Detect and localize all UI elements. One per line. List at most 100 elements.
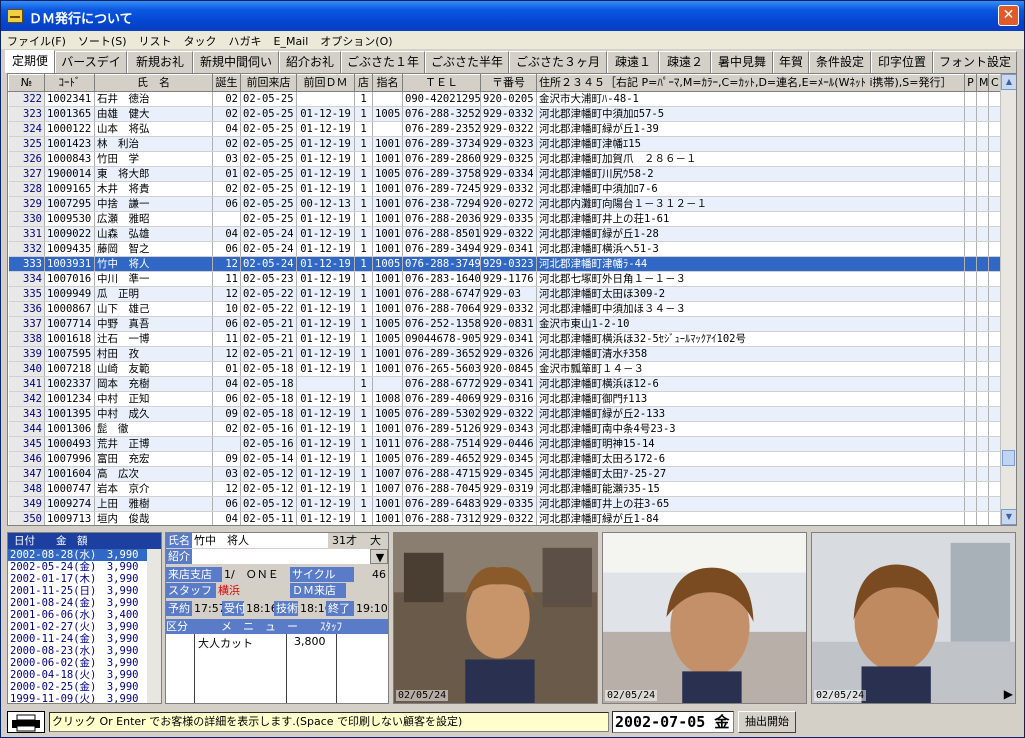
cell-flag[interactable]	[964, 451, 977, 467]
history-row[interactable]: 2001-11-25(日) 3,990	[8, 585, 161, 597]
tab-distant-1[interactable]: 疎遠１	[607, 51, 659, 73]
cell-flag[interactable]	[976, 331, 989, 347]
cell-flag[interactable]	[976, 511, 989, 525]
table-row[interactable]: 348 1000747 岩本 京介 12 02-05-12 01-12-19 1 1007 07…	[8, 481, 1016, 497]
cell-flag[interactable]	[964, 346, 977, 362]
cell-flag[interactable]	[964, 166, 977, 182]
cell-flag[interactable]	[976, 211, 989, 227]
table-row[interactable]: 333 1003931 竹中 将人 12 02-05-24 01-12-19 1 1005 07…	[8, 256, 1016, 272]
tab-newyear[interactable]: 年賀	[773, 51, 809, 73]
col-name[interactable]: 氏 名	[94, 74, 213, 92]
cell-flag[interactable]	[988, 166, 1001, 182]
cell-flag[interactable]	[988, 301, 1001, 317]
cell-flag[interactable]	[988, 181, 1001, 197]
cell-flag[interactable]	[988, 226, 1001, 242]
tab-conditions[interactable]: 条件設定	[809, 51, 871, 73]
col-p[interactable]: P	[964, 74, 977, 92]
cell-flag[interactable]	[988, 196, 1001, 212]
cell-flag[interactable]	[988, 316, 1001, 332]
col-c[interactable]: C	[988, 74, 1001, 92]
cell-flag[interactable]	[964, 316, 977, 332]
customer-photo-front[interactable]: 02/05/24	[393, 532, 598, 704]
tab-new-thanks[interactable]: 新規お礼	[127, 51, 193, 73]
cell-flag[interactable]	[988, 346, 1001, 362]
col-zip[interactable]: 〒番号	[480, 74, 537, 92]
table-row[interactable]: 340 1007218 山崎 友範 01 02-05-18 01-12-19 1 1001 07…	[8, 361, 1016, 377]
col-store[interactable]: 店	[354, 74, 373, 92]
tab-absent-3m[interactable]: ごぶさた３ヶ月	[509, 51, 607, 73]
tab-absent-1y[interactable]: ごぶさた１年	[341, 51, 425, 73]
cell-flag[interactable]	[976, 451, 989, 467]
col-m[interactable]: M	[976, 74, 989, 92]
col-code[interactable]: ｺｰﾄﾞ	[44, 74, 95, 92]
cell-flag[interactable]	[964, 196, 977, 212]
col-nominee[interactable]: 指名	[372, 74, 403, 92]
cell-flag[interactable]	[964, 406, 977, 422]
table-row[interactable]: 344 1001306 髭 徹 02 02-05-16 01-12-19 1 1001 076-…	[8, 421, 1016, 437]
tab-birthday[interactable]: バースデイ	[55, 51, 127, 73]
cell-flag[interactable]	[964, 211, 977, 227]
table-row[interactable]: 324 1000122 山本 将弘 04 02-05-25 01-12-19 1 076-28…	[8, 121, 1016, 137]
scroll-up-icon[interactable]: ▲	[1001, 74, 1016, 90]
history-scrollbar[interactable]	[147, 549, 161, 703]
cell-flag[interactable]	[988, 406, 1001, 422]
table-row[interactable]: 335 1009949 瓜 正明 12 02-05-22 01-12-19 1 1001 076…	[8, 286, 1016, 302]
col-birth[interactable]: 誕生	[212, 74, 241, 92]
cell-flag[interactable]	[964, 136, 977, 152]
cell-flag[interactable]	[976, 271, 989, 287]
table-row[interactable]: 327 1900014 東 将大郎 01 02-05-25 01-12-19 1 1005 07…	[8, 166, 1016, 182]
cell-flag[interactable]	[964, 181, 977, 197]
menu-list[interactable]: リスト	[133, 31, 178, 49]
cell-flag[interactable]	[988, 91, 1001, 107]
cell-flag[interactable]	[976, 136, 989, 152]
customer-photo-back[interactable]: 02/05/24 ▶	[811, 532, 1016, 704]
scroll-thumb[interactable]	[1002, 450, 1015, 466]
cell-flag[interactable]	[988, 256, 1001, 272]
col-last-visit[interactable]: 前回来店	[240, 74, 297, 92]
cell-flag[interactable]	[988, 331, 1001, 347]
cell-flag[interactable]	[976, 436, 989, 452]
extract-start-button[interactable]: 抽出開始	[738, 711, 796, 733]
cell-flag[interactable]	[976, 496, 989, 512]
customer-photo-side[interactable]: 02/05/24	[602, 532, 807, 704]
menu-postcard[interactable]: ハガキ	[223, 31, 268, 49]
table-row[interactable]: 349 1009274 上田 雅樹 06 02-05-12 01-12-19 1 1001 07…	[8, 496, 1016, 512]
cell-flag[interactable]	[964, 91, 977, 107]
cell-flag[interactable]	[988, 211, 1001, 227]
table-row[interactable]: 328 1009165 木井 将貴 02 02-05-25 01-12-19 1 1001 07…	[8, 181, 1016, 197]
cell-flag[interactable]	[964, 496, 977, 512]
cell-flag[interactable]	[976, 181, 989, 197]
intro-select[interactable]	[192, 549, 370, 564]
table-row[interactable]: 323 1001365 由雄 健大 02 02-05-25 01-12-19 1 1005 07…	[8, 106, 1016, 122]
table-row[interactable]: 337 1007714 中野 真吾 06 02-05-21 01-12-19 1 1005 07…	[8, 316, 1016, 332]
cell-flag[interactable]	[988, 481, 1001, 497]
cell-flag[interactable]	[976, 391, 989, 407]
cell-flag[interactable]	[988, 121, 1001, 137]
cell-flag[interactable]	[976, 256, 989, 272]
cell-flag[interactable]	[988, 151, 1001, 167]
cell-flag[interactable]	[976, 361, 989, 377]
cell-flag[interactable]	[976, 421, 989, 437]
tab-font[interactable]: フォント設定	[933, 51, 1017, 73]
tab-summer[interactable]: 暑中見舞	[711, 51, 773, 73]
cell-flag[interactable]	[976, 196, 989, 212]
cell-flag[interactable]	[964, 241, 977, 257]
cell-flag[interactable]	[976, 316, 989, 332]
cell-flag[interactable]	[976, 481, 989, 497]
tab-regular[interactable]: 定期便	[5, 50, 55, 73]
col-address[interactable]: 住所２３４５［右記 P=ﾊﾟｰﾏ,M=ｶﾗｰ,C=ｶｯﾄ,D=連名,E=ﾒｰﾙ(…	[536, 74, 965, 92]
history-row[interactable]: 2000-04-18(火) 3,990	[8, 669, 161, 681]
cell-flag[interactable]	[976, 241, 989, 257]
history-row[interactable]: 2001-08-24(金) 3,990	[8, 597, 161, 609]
cell-flag[interactable]	[976, 151, 989, 167]
cell-flag[interactable]	[988, 496, 1001, 512]
cell-flag[interactable]	[988, 511, 1001, 525]
history-row[interactable]: 2000-11-24(金) 3,990	[8, 633, 161, 645]
cell-flag[interactable]	[988, 271, 1001, 287]
cell-flag[interactable]	[964, 511, 977, 525]
cell-flag[interactable]	[988, 451, 1001, 467]
menu-option[interactable]: オプション(O)	[314, 31, 398, 49]
table-row[interactable]: 329 1007295 中捨 謙一 06 02-05-25 00-12-13 1 1001 07…	[8, 196, 1016, 212]
table-row[interactable]: 338 1001618 辻石 一博 11 02-05-21 01-12-19 1 1005 09…	[8, 331, 1016, 347]
menu-sort[interactable]: ソート(S)	[72, 31, 133, 49]
